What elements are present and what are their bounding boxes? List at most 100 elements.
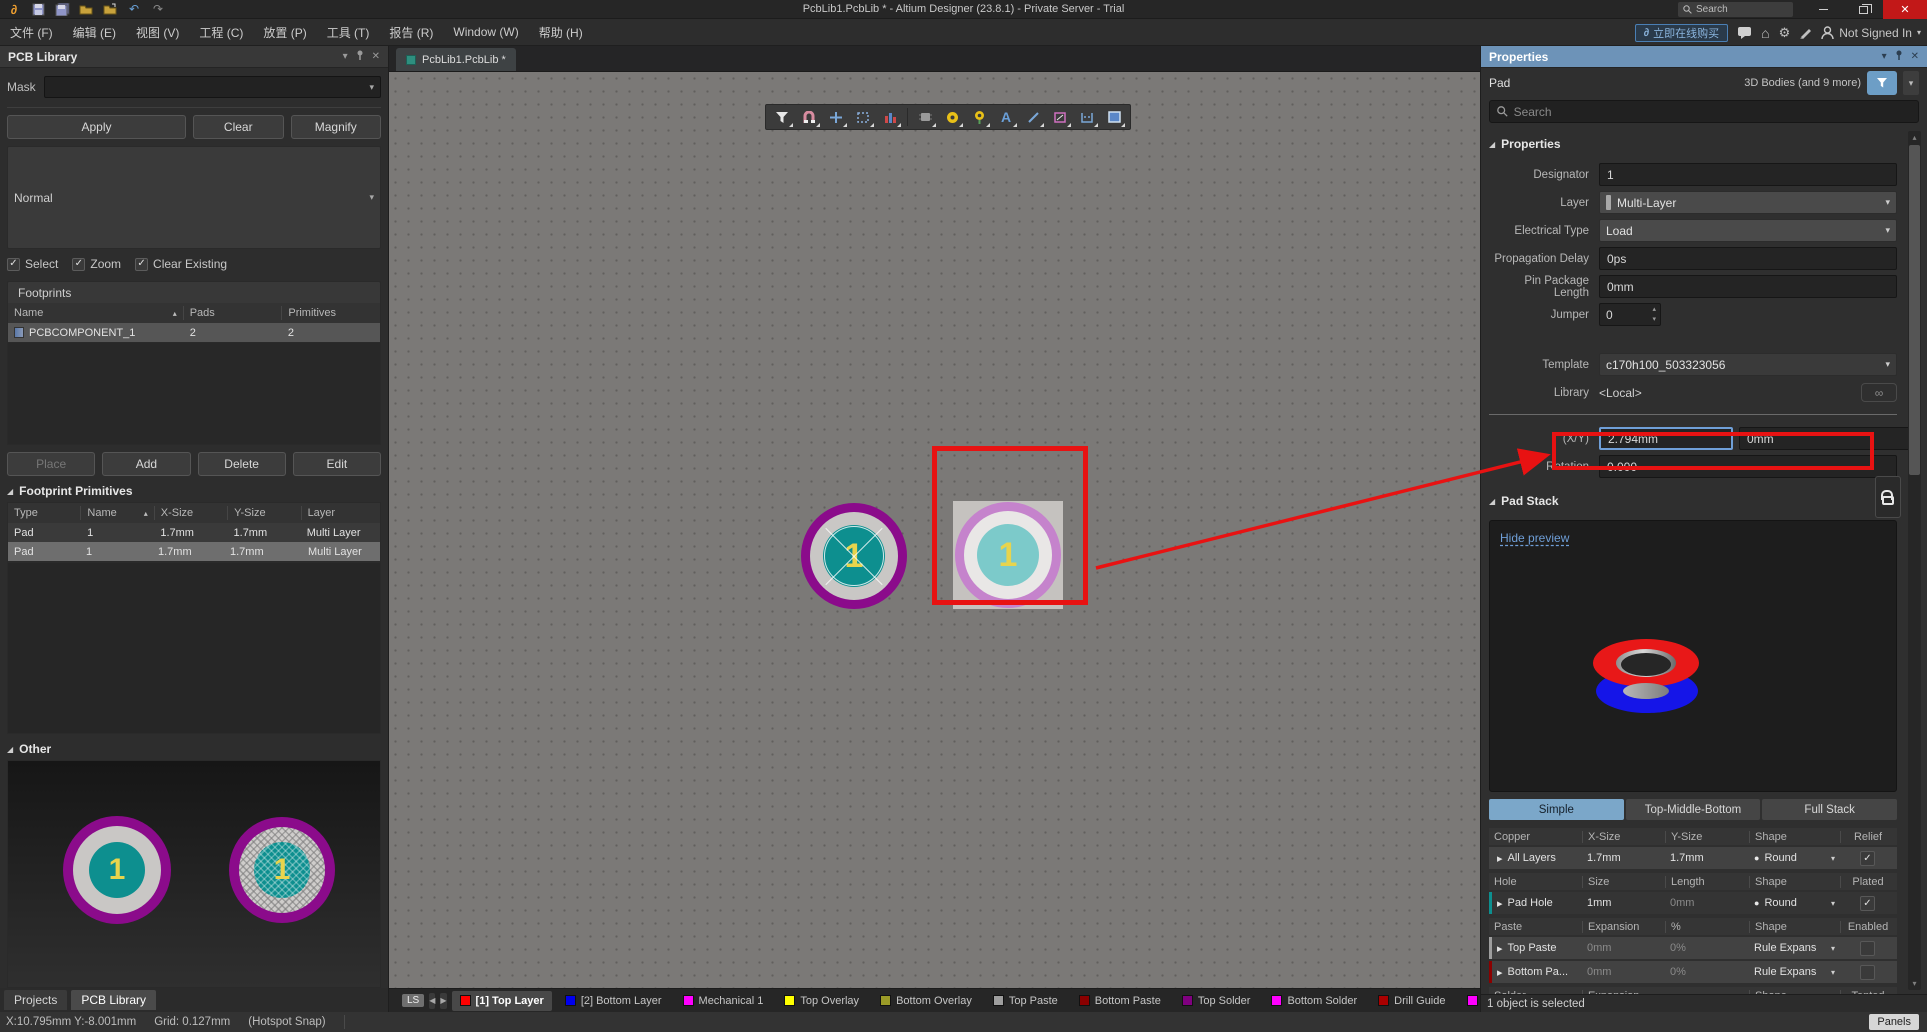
library-link-button[interactable]: ∞ xyxy=(1861,383,1897,402)
designator-input[interactable] xyxy=(1599,163,1897,186)
menu-file[interactable]: 文件 (F) xyxy=(0,19,63,46)
menu-reports[interactable]: 报告 (R) xyxy=(379,19,443,46)
spin-up-icon[interactable]: ▴ xyxy=(1652,305,1656,315)
filter-tool-icon[interactable] xyxy=(770,106,794,128)
scrollbar-thumb[interactable] xyxy=(1909,145,1920,475)
layer-scroll-right[interactable]: ▶ xyxy=(440,993,446,1009)
comment-icon[interactable] xyxy=(1737,26,1752,39)
relief-checkbox[interactable]: ✓ xyxy=(1860,851,1875,866)
bottom-paste-enabled-checkbox[interactable] xyxy=(1860,965,1875,980)
hole-shape-dropdown[interactable]: ●Round▾ xyxy=(1749,897,1840,909)
clear-button[interactable]: Clear xyxy=(193,115,284,139)
coordinate-tool-icon[interactable] xyxy=(1075,106,1099,128)
layer-tab-drill-guide[interactable]: Drill Guide xyxy=(1370,991,1453,1011)
filter-button[interactable] xyxy=(1867,71,1897,95)
tab-simple[interactable]: Simple xyxy=(1489,799,1624,820)
tab-projects[interactable]: Projects xyxy=(4,990,67,1010)
copper-shape-dropdown[interactable]: ●Round▾ xyxy=(1749,852,1840,864)
footprints-list-area[interactable] xyxy=(7,343,381,445)
component-tool-icon[interactable] xyxy=(913,106,937,128)
jumper-stepper[interactable]: 0 ▴▾ xyxy=(1599,303,1661,326)
hide-preview-link[interactable]: Hide preview xyxy=(1500,531,1569,545)
mode-dropdown[interactable]: Normal ▾ xyxy=(7,146,381,249)
redo-icon[interactable]: ↷ xyxy=(150,2,166,16)
panels-button[interactable]: Panels xyxy=(1869,1014,1919,1030)
open-icon[interactable] xyxy=(78,2,94,16)
layer-dropdown[interactable]: Multi-Layer ▾ xyxy=(1599,191,1897,214)
pad-hole-row[interactable]: ▸Pad Hole 1mm 0mm ●Round▾ ✓ xyxy=(1489,892,1897,914)
pad-stack-section-header[interactable]: ◢ Pad Stack xyxy=(1489,490,1897,512)
close-button[interactable]: ✕ xyxy=(1883,0,1927,19)
row-expand-icon[interactable]: ▸ xyxy=(1497,852,1503,865)
selection-tool-icon[interactable] xyxy=(851,106,875,128)
home-icon[interactable]: ⌂ xyxy=(1761,25,1769,41)
column-header-type[interactable]: Type xyxy=(8,506,80,520)
layer-set-chip[interactable]: LS xyxy=(402,994,424,1007)
union-tool-icon[interactable] xyxy=(878,106,902,128)
other-section[interactable]: ◢ Other xyxy=(7,738,381,760)
row-expand-icon[interactable]: ▸ xyxy=(1497,942,1503,955)
document-tab[interactable]: PcbLib1.PcbLib * xyxy=(396,48,516,71)
add-button[interactable]: Add xyxy=(102,452,190,476)
gear-icon[interactable]: ⚙ xyxy=(1779,25,1791,41)
layer-tab-bottom-overlay[interactable]: Bottom Overlay xyxy=(872,991,980,1011)
menu-place[interactable]: 放置 (P) xyxy=(253,19,316,46)
panel-menu-icon[interactable]: ▾ xyxy=(1882,51,1887,62)
layer-tab-bottom[interactable]: [2] Bottom Layer xyxy=(557,991,670,1011)
layer-tab-top[interactable]: [1] Top Layer xyxy=(452,991,552,1011)
dimension-tool-icon[interactable] xyxy=(1048,106,1072,128)
top-paste-shape-dropdown[interactable]: Rule Expans▾ xyxy=(1749,942,1840,954)
clear-existing-checkbox[interactable]: ✓Clear Existing xyxy=(135,257,227,271)
save-icon[interactable] xyxy=(30,2,46,16)
layer-scroll-left[interactable]: ◀ xyxy=(429,993,435,1009)
crosshair-tool-icon[interactable] xyxy=(824,106,848,128)
properties-search[interactable] xyxy=(1489,100,1919,123)
global-search-box[interactable]: Search xyxy=(1678,2,1793,17)
pin-icon[interactable] xyxy=(1895,50,1903,63)
search-input[interactable] xyxy=(1514,105,1911,119)
close-panel-icon[interactable]: ✕ xyxy=(372,51,380,62)
menu-tools[interactable]: 工具 (T) xyxy=(317,19,380,46)
footprint-row[interactable]: PCBCOMPONENT_1 2 2 xyxy=(8,323,380,342)
primitive-row[interactable]: Pad 1 1.7mm 1.7mm Multi Layer xyxy=(8,523,380,542)
template-dropdown[interactable]: c170h100_503323056 ▾ xyxy=(1599,353,1897,376)
copper-all-layers-row[interactable]: ▸All Layers 1.7mm 1.7mm ●Round▾ ✓ xyxy=(1489,847,1897,869)
column-header-xsize[interactable]: X-Size xyxy=(154,506,227,520)
menu-project[interactable]: 工程 (C) xyxy=(189,19,253,46)
layer-tab-top-paste[interactable]: Top Paste xyxy=(985,991,1066,1011)
layer-tab-bottom-paste[interactable]: Bottom Paste xyxy=(1071,991,1169,1011)
layer-tab-bottom-solder[interactable]: Bottom Solder xyxy=(1263,991,1365,1011)
footprint-primitives-section[interactable]: ◢ Footprint Primitives xyxy=(7,480,381,502)
menu-help[interactable]: 帮助 (H) xyxy=(529,19,593,46)
row-expand-icon[interactable]: ▸ xyxy=(1497,966,1503,979)
pad-1[interactable]: 1 xyxy=(801,503,907,609)
bottom-paste-shape-dropdown[interactable]: Rule Expans▾ xyxy=(1749,966,1840,978)
column-header-pads[interactable]: Pads xyxy=(183,306,282,320)
bottom-paste-row[interactable]: ▸Bottom Pa... 0mm 0% Rule Expans▾ xyxy=(1489,961,1897,983)
magnify-button[interactable]: Magnify xyxy=(291,115,382,139)
via-tool-icon[interactable] xyxy=(967,106,991,128)
row-expand-icon[interactable]: ▸ xyxy=(1497,897,1503,910)
buy-online-button[interactable]: ∂ 立即在线购买 xyxy=(1635,24,1728,42)
apply-button[interactable]: Apply xyxy=(7,115,186,139)
column-header-name[interactable]: Name▴ xyxy=(80,506,153,520)
x-position-input[interactable] xyxy=(1599,427,1733,450)
column-header-ysize[interactable]: Y-Size xyxy=(227,506,300,520)
edit-button[interactable]: Edit xyxy=(293,452,381,476)
column-header-primitives[interactable]: Primitives xyxy=(281,306,380,320)
rotation-input[interactable] xyxy=(1599,455,1897,478)
properties-section-header[interactable]: ◢ Properties xyxy=(1489,133,1897,155)
select-checkbox[interactable]: ✓Select xyxy=(7,257,58,271)
menu-edit[interactable]: 编辑 (E) xyxy=(63,19,126,46)
spin-down-icon[interactable]: ▾ xyxy=(1652,315,1656,325)
snap-magnet-icon[interactable] xyxy=(797,106,821,128)
pad-1-selected[interactable]: 1 xyxy=(955,502,1061,608)
sign-in-control[interactable]: Not Signed In ▾ xyxy=(1821,26,1921,40)
pad-tool-icon[interactable] xyxy=(940,106,964,128)
layer-tab-clipped[interactable] xyxy=(1459,991,1481,1011)
close-panel-icon[interactable]: ✕ xyxy=(1911,51,1919,62)
menu-view[interactable]: 视图 (V) xyxy=(126,19,189,46)
plated-checkbox[interactable]: ✓ xyxy=(1860,896,1875,911)
properties-scrollbar[interactable]: ▴ ▾ xyxy=(1908,131,1921,990)
primitive-row-selected[interactable]: Pad 1 1.7mm 1.7mm Multi Layer xyxy=(8,542,380,561)
